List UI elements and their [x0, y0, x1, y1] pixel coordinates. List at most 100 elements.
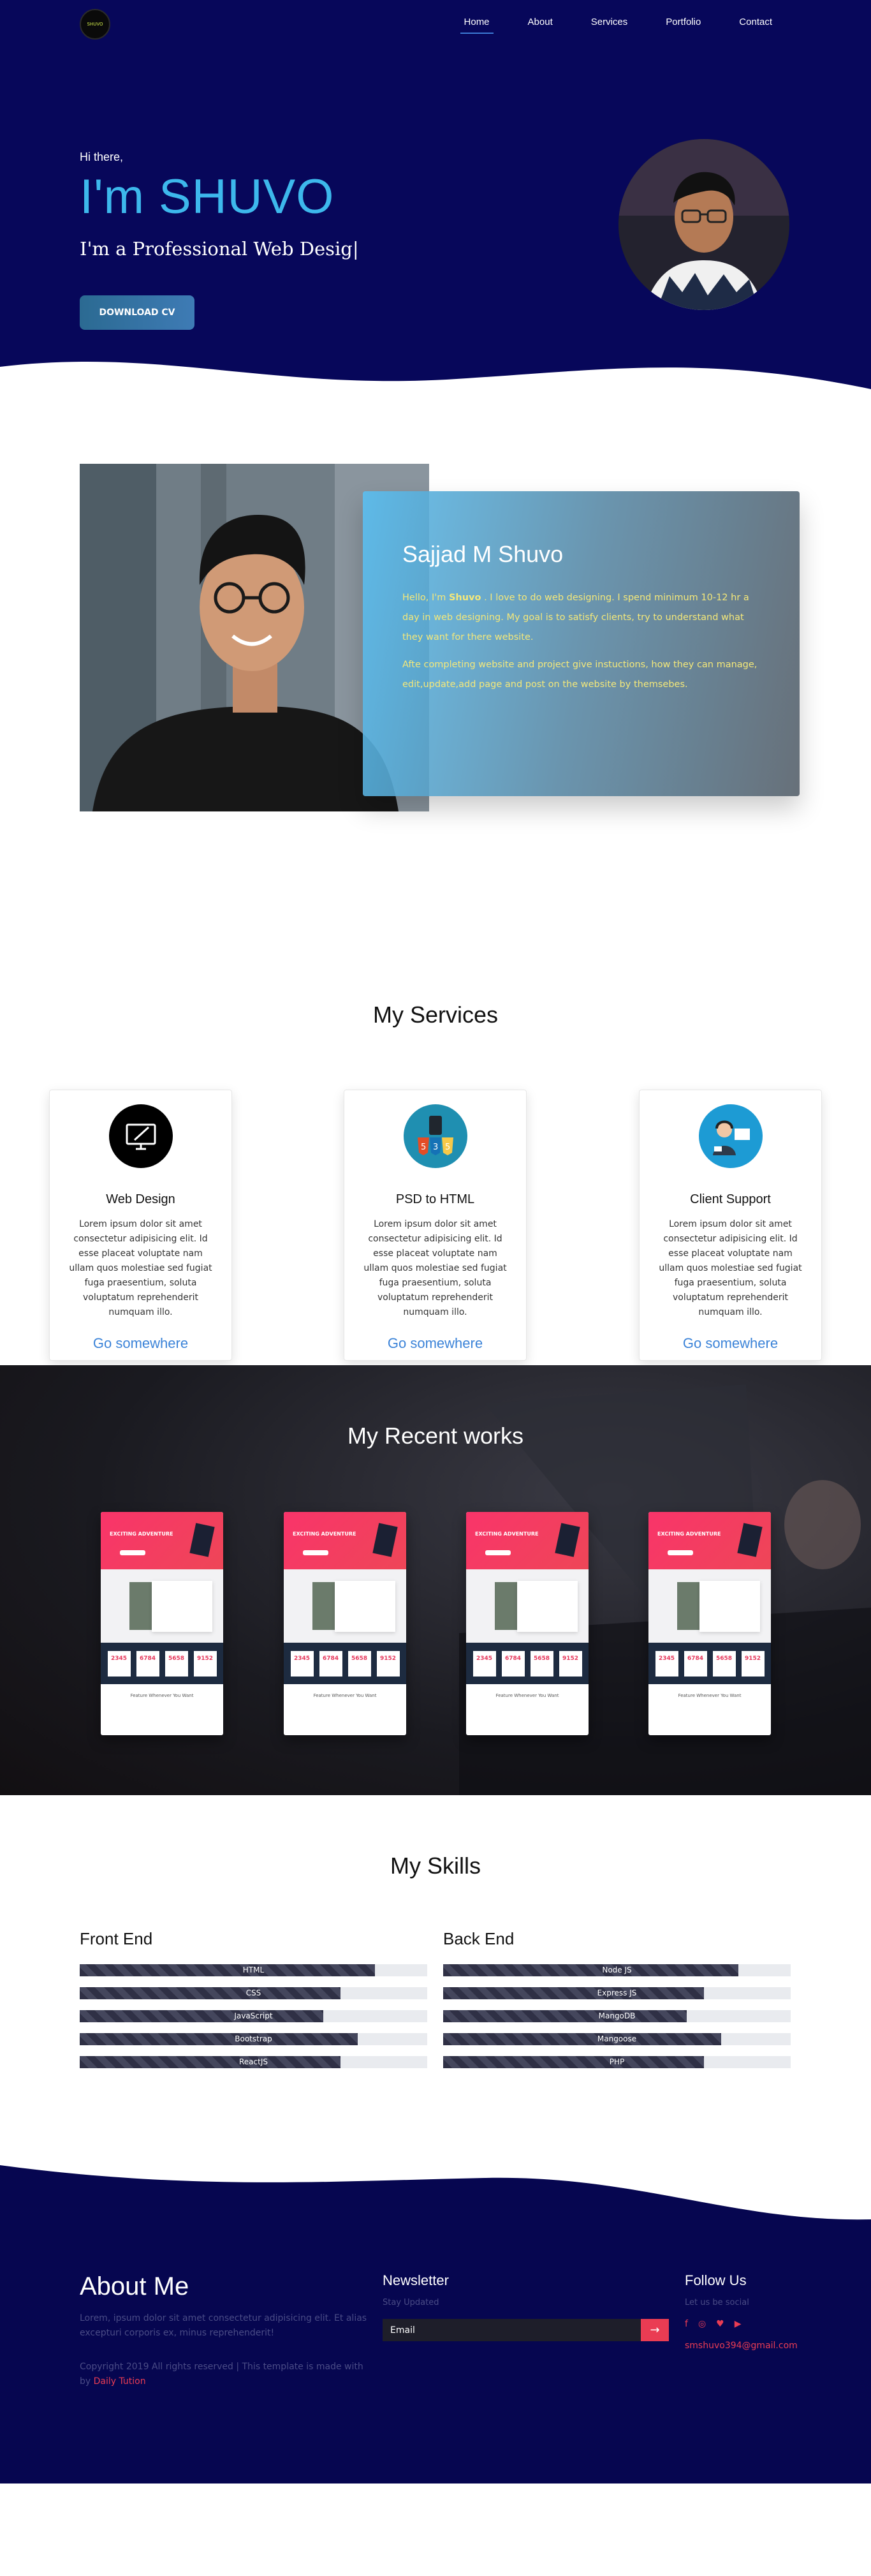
work-card-preview — [284, 1569, 406, 1643]
back-end-skills: Back End Node JS Express JS MangoDB Mangoos… — [443, 1929, 791, 2079]
newsletter-title: Newsletter — [383, 2272, 449, 2288]
work-card[interactable]: EXCITING ADVENTURE 2345 6784 5658 9152 Feat… — [101, 1512, 223, 1735]
about-title: Sajjad M Shuvo — [402, 541, 564, 567]
download-cv-button[interactable]: DOWNLOAD CV — [80, 295, 194, 330]
front-end-skills: Front End HTML CSS JavaScript Bootstrap Reac… — [80, 1929, 427, 2079]
work-card-stats: 2345 6784 5658 9152 — [466, 1643, 589, 1684]
work-card-heading: EXCITING ADVENTURE — [293, 1531, 356, 1537]
skill-bar: Express JS — [443, 1987, 791, 1999]
stat: 5658 — [348, 1650, 371, 1677]
copyright-link[interactable]: Daily Tution — [94, 2376, 146, 2387]
svg-text:3: 3 — [433, 1143, 438, 1152]
logo[interactable]: SHUVO — [80, 9, 110, 40]
work-card-stats: 2345 6784 5658 9152 — [648, 1643, 771, 1684]
email-input[interactable] — [383, 2319, 641, 2341]
skill-label: MangoDB — [598, 2011, 636, 2020]
about-section: Sajjad M Shuvo Hello, I'm Shuvo . I love… — [0, 408, 871, 912]
stat: 5658 — [712, 1650, 736, 1677]
service-name: Client Support — [690, 1192, 771, 1206]
svg-text:5: 5 — [445, 1143, 450, 1152]
footer-about-text: Lorem, ipsum dolor sit amet consectetur … — [80, 2313, 367, 2338]
service-desc: Lorem ipsum dolor sit amet consectetur a… — [363, 1219, 507, 1317]
subscribe-arrow-icon[interactable]: → — [641, 2319, 669, 2341]
work-card-preview — [648, 1569, 771, 1643]
footer-about-title: About Me — [80, 2272, 189, 2300]
service-desc: Lorem ipsum dolor sit amet consectetur a… — [69, 1219, 212, 1317]
skill-label: JavaScript — [234, 2011, 273, 2020]
skill-bar: HTML — [80, 1964, 427, 1976]
skill-label: PHP — [609, 2057, 625, 2066]
work-card[interactable]: EXCITING ADVENTURE 2345 6784 5658 9152 Feat… — [466, 1512, 589, 1735]
service-link[interactable]: Go somewhere — [344, 1335, 526, 1352]
stat: 9152 — [559, 1650, 582, 1677]
work-card[interactable]: EXCITING ADVENTURE 2345 6784 5658 9152 Feat… — [648, 1512, 771, 1735]
youtube-icon[interactable]: ▶ — [735, 2319, 742, 2329]
skill-label: Node JS — [602, 1965, 632, 1974]
stat: 2345 — [290, 1650, 314, 1677]
stat: 2345 — [107, 1650, 131, 1677]
nav-contact[interactable]: Contact — [739, 17, 772, 33]
service-card-web-design: Web Design Lorem ipsum dolor sit amet co… — [49, 1090, 232, 1361]
facebook-icon[interactable]: f — [685, 2319, 688, 2329]
service-link[interactable]: Go somewhere — [640, 1335, 821, 1352]
work-card[interactable]: EXCITING ADVENTURE 2345 6784 5658 9152 Feat… — [284, 1512, 406, 1735]
skill-bar: Mangoose — [443, 2033, 791, 2045]
svg-text:5: 5 — [421, 1143, 426, 1152]
footer-newsletter: Newsletter Stay Updated → — [383, 2272, 669, 2341]
nav-home[interactable]: Home — [460, 17, 494, 34]
work-card-footer: Feature Whenever You Want — [313, 1693, 377, 1698]
work-card-footer: Feature Whenever You Want — [130, 1693, 194, 1698]
skills-title: My Skills — [390, 1853, 481, 1879]
nav-about[interactable]: About — [528, 17, 553, 33]
instagram-icon[interactable]: ◎ — [698, 2319, 706, 2329]
support-agent-icon — [698, 1104, 763, 1168]
skill-label: HTML — [242, 1965, 265, 1974]
work-card-header: EXCITING ADVENTURE — [648, 1512, 771, 1569]
service-desc: Lorem ipsum dolor sit amet consectetur a… — [659, 1219, 802, 1317]
stat: 9152 — [193, 1650, 217, 1677]
hero-name: I'm SHUVO — [80, 170, 335, 224]
skill-label: CSS — [245, 1988, 261, 1997]
footer-follow: Follow Us Let us be social f ◎ ♥ ▶ smshu… — [685, 2272, 798, 2351]
footer: About Me Lorem, ipsum dolor sit amet con… — [0, 2152, 871, 2483]
about-para-1-pre: Hello, I'm — [402, 593, 449, 603]
work-card-heading: EXCITING ADVENTURE — [657, 1531, 721, 1537]
work-card-heading: EXCITING ADVENTURE — [110, 1531, 173, 1537]
works-title: My Recent works — [347, 1423, 524, 1449]
work-card-header: EXCITING ADVENTURE — [466, 1512, 589, 1569]
skills-section: My Skills Front End HTML CSS JavaScript Boo… — [0, 1795, 871, 2152]
work-card-stats: 2345 6784 5658 9152 — [101, 1643, 223, 1684]
skill-bar: ReactJS — [80, 2056, 427, 2068]
skill-label: Mangoose — [597, 2034, 637, 2043]
skill-bar: CSS — [80, 1987, 427, 1999]
footer-wave — [0, 2152, 871, 2220]
stat: 6784 — [319, 1650, 342, 1677]
skill-bar: Node JS — [443, 1964, 791, 1976]
twitter-icon[interactable]: ♥ — [716, 2319, 724, 2329]
nav-menu: Home About Services Portfolio Contact — [426, 17, 772, 34]
footer-about: About Me Lorem, ipsum dolor sit amet con… — [80, 2272, 373, 2389]
work-card-stats: 2345 6784 5658 9152 — [284, 1643, 406, 1684]
nav-services[interactable]: Services — [591, 17, 628, 33]
monitor-pen-icon — [108, 1104, 173, 1168]
newsletter-sub: Stay Updated — [383, 2298, 439, 2307]
skill-label: Bootstrap — [235, 2034, 272, 2043]
about-para-2: Afte completing website and project give… — [402, 660, 758, 690]
footer-email[interactable]: smshuvo394@gmail.com — [685, 2341, 798, 2351]
work-card-footer: Feature Whenever You Want — [495, 1693, 559, 1698]
navbar: SHUVO Home About Services Portfolio Cont… — [0, 0, 871, 46]
stat: 5658 — [165, 1650, 188, 1677]
work-card-header: EXCITING ADVENTURE — [284, 1512, 406, 1569]
stat: 6784 — [684, 1650, 707, 1677]
back-end-title: Back End — [443, 1929, 515, 1948]
html-css-js-icon: 535 — [403, 1104, 467, 1168]
service-link[interactable]: Go somewhere — [50, 1335, 231, 1352]
work-card-preview — [466, 1569, 589, 1643]
stat: 2345 — [655, 1650, 678, 1677]
stat: 9152 — [741, 1650, 765, 1677]
service-name: PSD to HTML — [395, 1192, 475, 1206]
nav-portfolio[interactable]: Portfolio — [666, 17, 701, 33]
work-card-footer: Feature Whenever You Want — [678, 1693, 742, 1698]
work-card-heading: EXCITING ADVENTURE — [475, 1531, 539, 1537]
work-card-preview — [101, 1569, 223, 1643]
